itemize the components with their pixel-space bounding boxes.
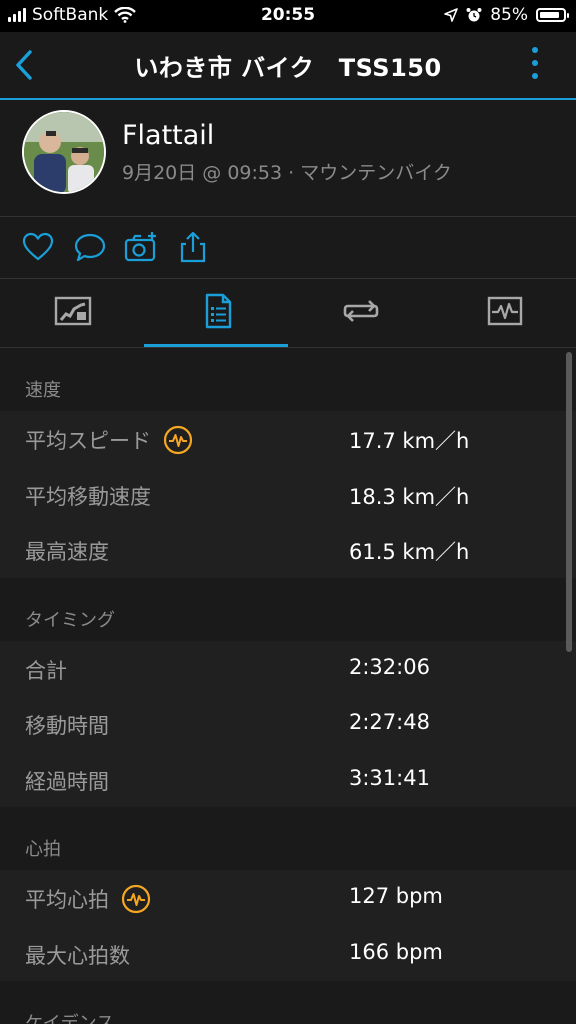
stat-label: 最高速度 (25, 540, 109, 564)
comment-icon[interactable] (72, 230, 108, 264)
battery-fill (540, 12, 559, 18)
profile-name[interactable]: Flattail (122, 120, 214, 151)
stat-row-avg-moving-speed: 平均移動速度 18.3 km／h (0, 467, 576, 523)
map-icon (54, 296, 92, 326)
tab-charts[interactable] (432, 279, 576, 347)
stat-row-max-heart-rate: 最大心拍数 166 bpm (0, 926, 576, 982)
location-icon (444, 8, 459, 22)
stat-label: 合計 (25, 658, 67, 683)
section-title: 心拍 (25, 839, 61, 860)
back-icon[interactable] (10, 46, 40, 84)
stat-value: 17.7 km／h (349, 429, 470, 453)
camera-plus-icon[interactable] (123, 230, 159, 264)
heart-icon[interactable] (20, 230, 56, 264)
tab-stats[interactable] (144, 279, 288, 347)
stat-label: 平均スピード (25, 425, 193, 455)
section-header-timing: タイミング (0, 578, 576, 641)
section-header-speed: 速度 (0, 348, 576, 411)
laps-icon (343, 300, 379, 322)
stat-value: 2:32:06 (349, 654, 430, 679)
more-options-icon[interactable] (532, 47, 542, 83)
scrollbar[interactable] (566, 352, 572, 652)
stat-value: 18.3 km／h (349, 484, 470, 509)
stat-row-moving-time: 移動時間 2:27:48 (0, 696, 576, 752)
battery-percent: 85% (490, 5, 528, 25)
heart-rows: 平均心拍 127 bpm 最大心拍数 166 bpm (0, 870, 576, 981)
stat-label: 平均心拍 (25, 884, 151, 914)
stat-row-max-speed: 最高速度 61.5 km／h (0, 522, 576, 578)
speed-rows: 平均スピード 17.7 km／h 平均移動速度 18.3 km／h 最高速度 6… (0, 411, 576, 578)
stat-value: 127 bpm (349, 884, 443, 908)
activity-badge-icon[interactable] (163, 425, 193, 455)
status-right: 85% (444, 5, 569, 25)
stat-value: 166 bpm (349, 939, 443, 964)
share-icon[interactable] (175, 230, 211, 264)
nav-bar: いわき市 バイク TSS150 (0, 32, 576, 100)
stat-row-total-time: 合計 2:32:06 (0, 641, 576, 697)
activity-tabs (0, 279, 576, 348)
section-title: 速度 (25, 380, 61, 401)
section-header-heart-rate: 心拍 (0, 807, 576, 870)
activity-badge-icon[interactable] (121, 884, 151, 914)
stats-list[interactable]: 速度 平均スピード 17.7 km／h 平均移動速度 18.3 km／h 最高速… (0, 348, 576, 1024)
section-header-cadence: ケイデンス (0, 981, 576, 1024)
stat-label: 最大心拍数 (25, 943, 130, 968)
tab-laps[interactable] (288, 279, 432, 347)
activity-meta: 9月20日 @ 09:53 · マウンテンバイク (122, 162, 452, 184)
section-title: タイミング (25, 609, 115, 631)
stat-label: 平均移動速度 (25, 484, 151, 509)
chart-icon (487, 296, 523, 326)
avatar-photo (24, 112, 104, 192)
stat-row-avg-heart-rate: 平均心拍 127 bpm (0, 870, 576, 926)
tab-map[interactable] (0, 279, 144, 347)
activity-owner: Flattail 9月20日 @ 09:53 · マウンテンバイク (0, 100, 576, 217)
alarm-icon (466, 8, 482, 22)
stat-label: 移動時間 (25, 714, 109, 738)
stat-label-text: 平均スピード (25, 429, 151, 453)
stat-value: 61.5 km／h (349, 540, 470, 564)
action-bar (0, 217, 576, 279)
status-bar: SoftBank 20:55 85% (0, 0, 576, 32)
stat-row-avg-speed: 平均スピード 17.7 km／h (0, 411, 576, 467)
stat-label: 経過時間 (25, 769, 109, 794)
stat-value: 2:27:48 (349, 710, 430, 734)
stat-row-elapsed-time: 経過時間 3:31:41 (0, 752, 576, 808)
stat-value: 3:31:41 (349, 765, 430, 790)
page-title: いわき市 バイク TSS150 (134, 54, 442, 82)
avatar[interactable] (22, 110, 106, 194)
document-list-icon (205, 293, 232, 329)
section-title: ケイデンス (25, 1013, 115, 1024)
timing-rows: 合計 2:32:06 移動時間 2:27:48 経過時間 3:31:41 (0, 640, 576, 808)
stat-label-text: 平均心拍 (25, 888, 109, 912)
battery-icon (536, 8, 569, 22)
